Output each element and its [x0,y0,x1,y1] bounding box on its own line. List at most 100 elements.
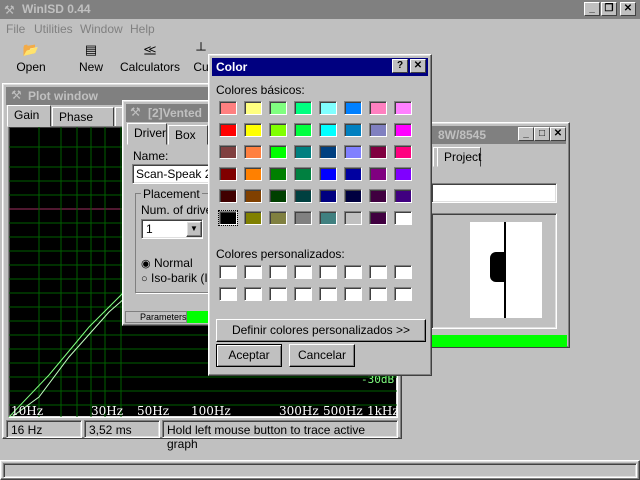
custom-color-swatch[interactable] [394,287,412,301]
basic-color-swatch[interactable] [369,145,387,159]
menu-bar: File Utilities Window Help [0,19,640,38]
basic-color-swatch[interactable] [394,211,412,225]
basic-color-swatch[interactable] [394,101,412,115]
basic-color-swatch[interactable] [344,123,362,137]
custom-color-swatch[interactable] [244,265,262,279]
custom-color-swatch[interactable] [294,265,312,279]
color-close-icon[interactable]: ✕ [410,59,426,73]
num-drivers-select[interactable]: 1 ▼ [141,219,203,239]
cancel-button[interactable]: Cancelar [289,344,355,367]
menu-window[interactable]: Window [80,22,123,36]
basic-color-swatch[interactable] [319,145,337,159]
basic-color-swatch[interactable] [219,189,237,203]
basic-color-swatch[interactable] [369,189,387,203]
basic-color-swatch[interactable] [369,101,387,115]
basic-color-swatch[interactable] [344,167,362,181]
basic-color-swatch[interactable] [319,123,337,137]
custom-color-swatch[interactable] [269,265,287,279]
basic-color-swatch[interactable] [269,101,287,115]
vented-title: [2]Vented [148,106,203,120]
basic-color-swatch[interactable] [369,167,387,181]
open-button[interactable]: 📂 Open [12,40,50,74]
driver-name-field[interactable]: Scan-Speak 2 [132,164,214,184]
basic-color-swatch[interactable] [294,101,312,115]
basic-color-swatch[interactable] [269,211,287,225]
radio-normal[interactable]: ◉ Normal [141,256,193,270]
custom-color-swatch[interactable] [344,265,362,279]
custom-color-swatch[interactable] [319,287,337,301]
tab-driver[interactable]: Driver [127,123,167,145]
custom-color-swatch[interactable] [244,287,262,301]
basic-color-swatch[interactable] [269,189,287,203]
basic-color-swatch[interactable] [344,101,362,115]
custom-color-swatch[interactable] [219,265,237,279]
x-tick-300hz: 300Hz [279,404,319,418]
basic-color-swatch[interactable] [319,189,337,203]
menu-help[interactable]: Help [130,22,155,36]
basic-color-swatch[interactable] [369,211,387,225]
basic-color-swatch[interactable] [244,167,262,181]
custom-color-swatch[interactable] [369,287,387,301]
basic-color-swatch[interactable] [344,189,362,203]
minimize-icon[interactable]: _ [584,2,600,16]
custom-color-swatch[interactable] [344,287,362,301]
basic-color-swatch[interactable] [319,167,337,181]
basic-color-swatch[interactable] [244,145,262,159]
driver-close-icon[interactable]: ✕ [550,127,566,141]
basic-color-swatch[interactable] [244,123,262,137]
driver-text-field[interactable] [431,183,557,203]
basic-color-swatch[interactable] [219,167,237,181]
driver-maximize-icon[interactable]: □ [534,127,550,141]
basic-color-swatch[interactable] [294,167,312,181]
basic-color-swatch[interactable] [344,211,362,225]
basic-color-swatch[interactable] [218,210,238,226]
basic-color-swatch[interactable] [219,123,237,137]
menu-file[interactable]: File [6,22,25,36]
tab-project[interactable]: Project [437,147,481,167]
basic-color-swatch[interactable] [294,211,312,225]
basic-color-swatch[interactable] [244,189,262,203]
basic-color-swatch[interactable] [394,145,412,159]
basic-color-swatch[interactable] [294,145,312,159]
custom-color-swatch[interactable] [219,287,237,301]
radio-unchecked-icon: ○ [141,273,148,285]
new-button[interactable]: ▤ New [72,40,110,74]
basic-color-swatch[interactable] [369,123,387,137]
basic-color-swatch[interactable] [344,145,362,159]
menu-utilities[interactable]: Utilities [34,22,73,36]
basic-color-swatch[interactable] [244,211,262,225]
driver-minimize-icon[interactable]: _ [518,127,534,141]
basic-color-swatch[interactable] [394,189,412,203]
basic-color-swatch[interactable] [219,101,237,115]
plot-status-bar: 16 Hz 3,52 ms Hold left mouse button to … [6,420,400,451]
basic-color-swatch[interactable] [244,101,262,115]
custom-color-swatch[interactable] [369,265,387,279]
x-tick-10hz: 10Hz [11,404,43,418]
custom-color-swatch[interactable] [394,265,412,279]
restore-icon[interactable]: ❐ [601,2,617,16]
basic-color-swatch[interactable] [294,123,312,137]
close-icon[interactable]: ✕ [620,2,636,16]
calculators-button[interactable]: ⪣ Calculators [120,40,180,74]
tab-box[interactable]: Box [168,125,208,145]
accept-button[interactable]: Aceptar [216,344,282,367]
basic-color-swatch[interactable] [219,145,237,159]
tab-phase-plot[interactable]: Phase plot [52,107,114,138]
basic-color-swatch[interactable] [394,123,412,137]
custom-color-swatch[interactable] [294,287,312,301]
define-custom-colors-button[interactable]: Definir colores personalizados >> [216,319,426,342]
tab-gain[interactable]: Gain [7,105,51,127]
custom-color-swatch[interactable] [269,287,287,301]
basic-color-swatch[interactable] [319,101,337,115]
basic-color-swatch[interactable] [269,145,287,159]
custom-color-swatch[interactable] [319,265,337,279]
basic-color-swatch[interactable] [269,123,287,137]
chevron-down-icon[interactable]: ▼ [186,221,202,237]
basic-color-swatch[interactable] [269,167,287,181]
num-drivers-label: Num. of driver [141,203,217,217]
help-icon[interactable]: ? [392,59,408,73]
basic-color-swatch[interactable] [294,189,312,203]
radio-iso-barik[interactable]: ○ Iso-barik (I [141,271,208,285]
basic-color-swatch[interactable] [394,167,412,181]
basic-color-swatch[interactable] [319,211,337,225]
